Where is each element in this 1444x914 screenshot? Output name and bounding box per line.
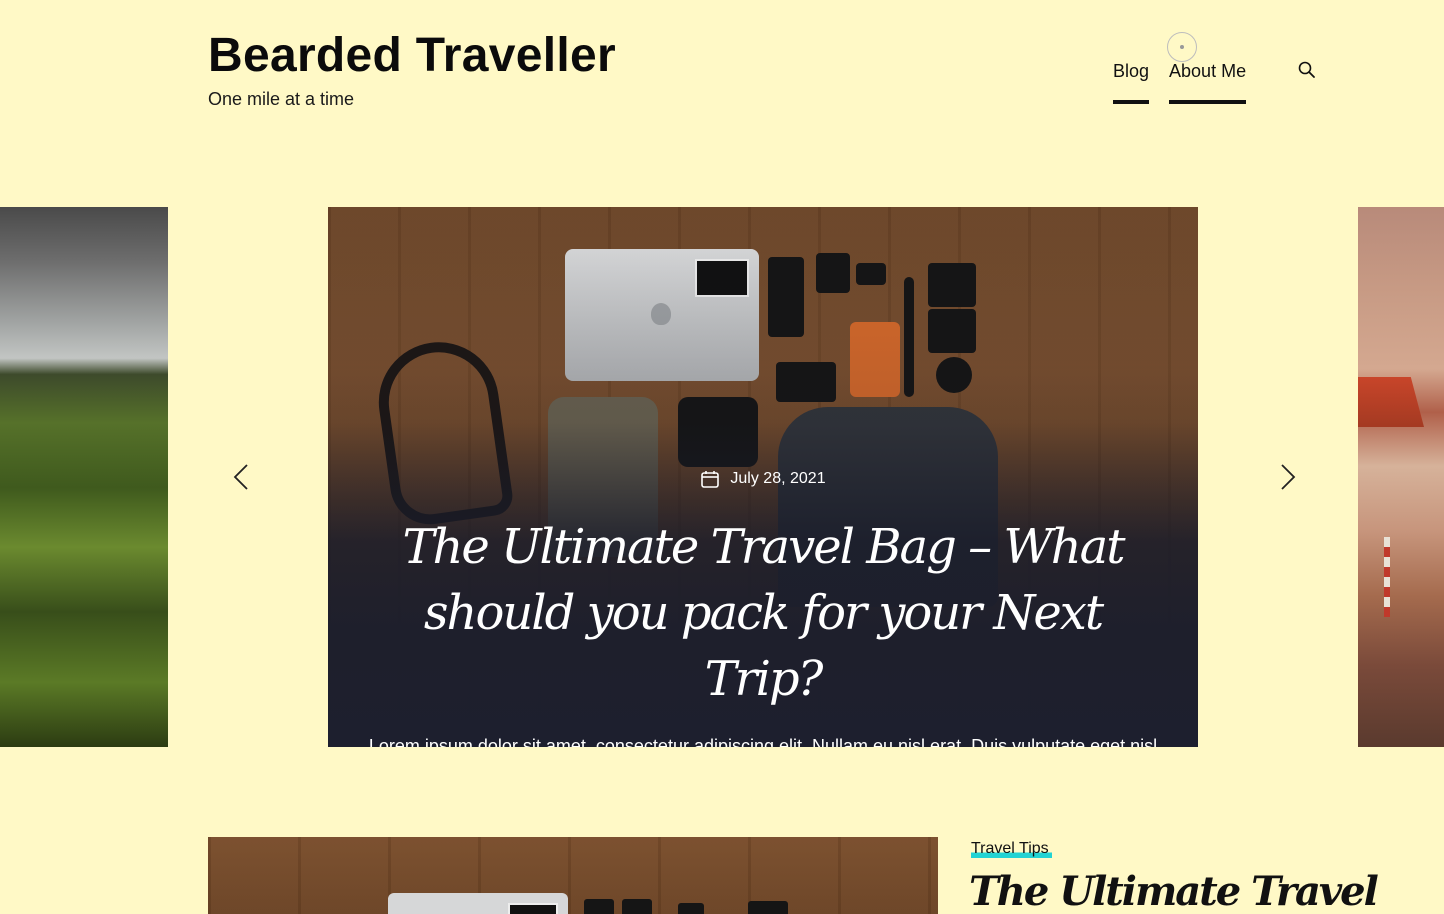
- slide-post-title[interactable]: The Ultimate Travel Bag – What should yo…: [368, 514, 1158, 712]
- carousel-next-button[interactable]: [1272, 462, 1302, 492]
- search-icon: [1298, 61, 1315, 78]
- search-button[interactable]: [1297, 60, 1317, 80]
- slide-post-excerpt: Lorem ipsum dolor sit amet, consectetur …: [368, 736, 1158, 747]
- chevron-right-icon: [1281, 464, 1296, 490]
- site-tagline: One mile at a time: [208, 89, 355, 109]
- nav-item-about-me[interactable]: About Me: [1169, 60, 1247, 104]
- site-title[interactable]: Bearded Traveller: [208, 28, 616, 83]
- carousel-prev-button[interactable]: [227, 462, 257, 492]
- post-category-link[interactable]: Travel Tips: [971, 840, 1052, 858]
- post-title[interactable]: The Ultimate Travel: [969, 868, 1409, 914]
- main-nav: Blog About Me: [1113, 60, 1247, 104]
- slide-content: July 28, 2021 The Ultimate Travel Bag – …: [328, 469, 1198, 747]
- post-date: July 28, 2021: [700, 469, 826, 489]
- chevron-left-icon: [233, 464, 248, 490]
- calendar-icon: [701, 471, 720, 488]
- nav-item-blog[interactable]: Blog: [1113, 60, 1150, 104]
- post-featured-image[interactable]: [208, 837, 938, 914]
- carousel-prev-slide-image[interactable]: [0, 207, 168, 747]
- post-date-text: July 28, 2021: [730, 470, 826, 487]
- carousel-active-slide[interactable]: July 28, 2021 The Ultimate Travel Bag – …: [328, 207, 1198, 747]
- carousel-next-slide-image[interactable]: [1358, 207, 1444, 747]
- mouse-cursor-indicator: [1167, 32, 1197, 62]
